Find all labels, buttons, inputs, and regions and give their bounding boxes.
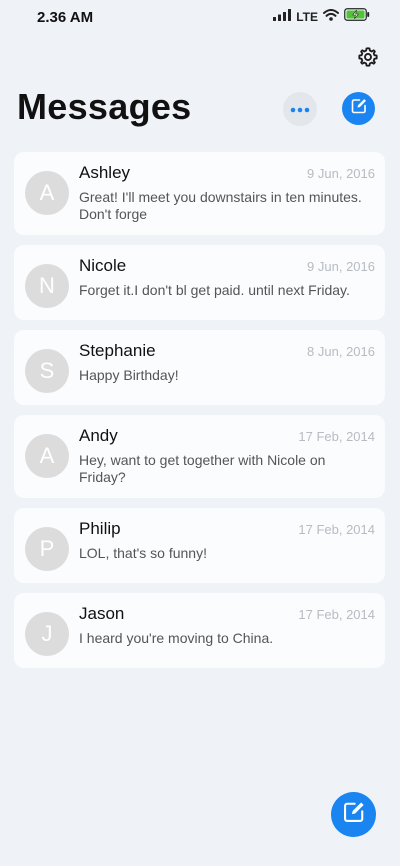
- signal-icon: [273, 8, 292, 26]
- conversation-content: Ashley 9 Jun, 2016 Great! I'll meet you …: [79, 163, 375, 223]
- new-message-fab[interactable]: [331, 792, 376, 837]
- compose-icon: [343, 801, 365, 828]
- gear-icon: [357, 46, 379, 73]
- conversation-item[interactable]: A Ashley 9 Jun, 2016 Great! I'll meet yo…: [14, 152, 385, 235]
- conversation-content: Andy 17 Feb, 2014 Hey, want to get toget…: [79, 426, 375, 486]
- compose-icon: [351, 98, 367, 119]
- contact-name: Stephanie: [79, 341, 156, 360]
- message-date: 17 Feb, 2014: [298, 522, 375, 537]
- message-date: 8 Jun, 2016: [307, 344, 375, 359]
- conversation-content: Nicole 9 Jun, 2016 Forget it.I don't bl …: [79, 256, 375, 299]
- status-indicators: LTE: [273, 8, 370, 26]
- conversation-item[interactable]: J Jason 17 Feb, 2014 I heard you're movi…: [14, 593, 385, 668]
- avatar: P: [25, 527, 69, 571]
- avatar: S: [25, 349, 69, 393]
- message-date: 9 Jun, 2016: [307, 166, 375, 181]
- conversation-item[interactable]: N Nicole 9 Jun, 2016 Forget it.I don't b…: [14, 245, 385, 320]
- battery-charging-icon: [344, 8, 370, 26]
- avatar: J: [25, 612, 69, 656]
- message-preview: Hey, want to get together with Nicole on…: [79, 452, 326, 485]
- conversation-item[interactable]: A Andy 17 Feb, 2014 Hey, want to get tog…: [14, 415, 385, 498]
- message-preview: Happy Birthday!: [79, 367, 179, 383]
- network-type: LTE: [296, 10, 318, 24]
- message-preview: LOL, that's so funny!: [79, 545, 207, 561]
- message-date: 17 Feb, 2014: [298, 429, 375, 444]
- more-options-button[interactable]: [283, 92, 317, 126]
- status-time: 2.36 AM: [37, 8, 94, 26]
- conversation-list: A Ashley 9 Jun, 2016 Great! I'll meet yo…: [14, 152, 385, 678]
- message-preview: I heard you're moving to China.: [79, 630, 274, 646]
- status-bar: 2.36 AM LTE: [0, 0, 400, 34]
- conversation-item[interactable]: P Philip 17 Feb, 2014 LOL, that's so fun…: [14, 508, 385, 583]
- conversation-item[interactable]: S Stephanie 8 Jun, 2016 Happy Birthday!: [14, 330, 385, 405]
- conversation-content: Stephanie 8 Jun, 2016 Happy Birthday!: [79, 341, 375, 384]
- avatar: N: [25, 264, 69, 308]
- conversation-content: Jason 17 Feb, 2014 I heard you're moving…: [79, 604, 375, 647]
- compose-button[interactable]: [342, 92, 375, 125]
- contact-name: Philip: [79, 519, 121, 538]
- wifi-icon: [323, 8, 339, 26]
- page-title: Messages: [17, 86, 192, 127]
- avatar: A: [25, 434, 69, 478]
- message-date: 9 Jun, 2016: [307, 259, 375, 274]
- contact-name: Ashley: [79, 163, 131, 182]
- settings-button[interactable]: [355, 46, 381, 72]
- ellipsis-icon: [290, 100, 310, 118]
- message-preview: Forget it.I don't bl get paid. until nex…: [79, 282, 350, 298]
- contact-name: Nicole: [79, 256, 127, 275]
- contact-name: Jason: [79, 604, 125, 623]
- message-preview: Great! I'll meet you downstairs in ten m…: [79, 189, 362, 222]
- avatar: A: [25, 171, 69, 215]
- conversation-content: Philip 17 Feb, 2014 LOL, that's so funny…: [79, 519, 375, 562]
- contact-name: Andy: [79, 426, 118, 445]
- message-date: 17 Feb, 2014: [298, 607, 375, 622]
